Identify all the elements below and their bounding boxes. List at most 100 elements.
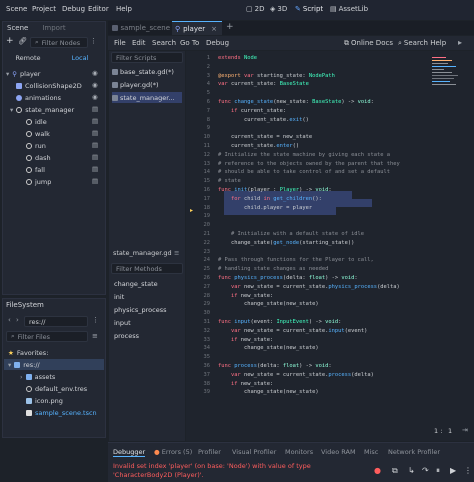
line-number[interactable]: 29	[190, 301, 218, 309]
online-docs-button[interactable]: ⧉ Online Docs	[344, 39, 393, 48]
filter-scripts-input[interactable]: Filter Scripts	[111, 52, 183, 63]
step-over-icon[interactable]: ↷	[422, 466, 429, 475]
assets-folder[interactable]: › assets	[20, 371, 55, 382]
code-line[interactable]: 20	[190, 222, 218, 230]
filter-files-input[interactable]: ⌕ Filter Files	[6, 331, 88, 342]
script-attached-icon[interactable]: ▤	[92, 153, 98, 161]
script-menu-file[interactable]: File	[114, 39, 126, 47]
line-number[interactable]: 12	[190, 152, 218, 160]
code-line[interactable]: 37 var new_state = current_state.process…	[190, 372, 374, 380]
tab-scene[interactable]: Scene	[4, 24, 31, 32]
line-number[interactable]: 26	[190, 275, 218, 283]
menu-editor[interactable]: Editor	[88, 5, 109, 13]
script-item-player[interactable]: player.gd(*)	[112, 79, 182, 90]
line-number[interactable]: 20	[190, 222, 218, 230]
code-line[interactable]: 22 change_state(get_node(starting_state)…	[190, 240, 355, 248]
back-icon[interactable]: ‹	[8, 316, 11, 324]
line-number[interactable]: 18	[190, 205, 218, 213]
line-number[interactable]: 23	[190, 249, 218, 257]
code-line[interactable]: 36 func process(delta: float) -> void:	[190, 363, 332, 371]
code-line[interactable]: 39 change_state(new_state)	[190, 389, 319, 397]
code-line[interactable]: 12 # Initialize the state machine by givi…	[190, 152, 391, 160]
code-line[interactable]: 18 child.player = player	[190, 205, 313, 213]
node-run[interactable]: run	[26, 140, 46, 151]
tab-monitors[interactable]: Monitors	[285, 448, 313, 456]
settings-icon[interactable]: ⋮	[464, 466, 472, 475]
line-number[interactable]: 33	[190, 337, 218, 345]
line-number[interactable]: 3	[190, 73, 218, 81]
visibility-icon[interactable]: ◉	[92, 69, 98, 77]
tab-misc[interactable]: Misc	[364, 448, 378, 456]
tab-profiler[interactable]: Profiler	[198, 448, 221, 456]
method-physics-process[interactable]: physics_process	[114, 306, 166, 314]
line-number[interactable]: 36	[190, 363, 218, 371]
script-menu-debug[interactable]: Debug	[206, 39, 229, 47]
code-line[interactable]: 10 current_state = new_state	[190, 134, 313, 142]
line-number[interactable]: 2	[190, 64, 218, 72]
workspace-assetlib[interactable]: ▤ AssetLib	[330, 5, 368, 13]
method-change-state[interactable]: change_state	[114, 280, 158, 288]
node-collisionshape2d[interactable]: CollisionShape2D	[16, 80, 82, 91]
code-line[interactable]: 30	[190, 310, 218, 318]
line-number[interactable]: 17	[190, 196, 218, 204]
menu-scene[interactable]: Scene	[6, 5, 27, 13]
code-line[interactable]: 2	[190, 64, 218, 72]
line-number[interactable]: 34	[190, 345, 218, 353]
line-number[interactable]: 8	[190, 117, 218, 125]
script-menu-goto[interactable]: Go To	[180, 39, 199, 47]
workspace-2d[interactable]: ▢ 2D	[246, 5, 264, 13]
node-player[interactable]: ▾ ⚲ player	[6, 68, 40, 79]
tab-errors[interactable]: ● Errors (5)	[154, 448, 192, 456]
close-icon[interactable]: ×	[211, 25, 217, 33]
minimap[interactable]	[432, 54, 462, 94]
sort-icon[interactable]: ≡	[92, 332, 98, 340]
script-item-base-state[interactable]: base_state.gd(*)	[112, 66, 182, 77]
code-line[interactable]: 29 change_state(new_state)	[190, 301, 319, 309]
line-number[interactable]: 10	[190, 134, 218, 142]
line-number[interactable]: 19	[190, 213, 218, 221]
continue-icon[interactable]: ▶	[450, 466, 456, 475]
line-number[interactable]: 16	[190, 187, 218, 195]
code-line[interactable]: 8 current_state.exit()	[190, 117, 309, 125]
sample-scene-file[interactable]: sample_scene.tscn	[26, 407, 97, 418]
filter-methods-input[interactable]: Filter Methods	[111, 263, 183, 274]
code-line[interactable]: 25 # handling state changes as needed	[190, 266, 329, 274]
code-line[interactable]: 23	[190, 249, 218, 257]
line-number[interactable]: 4	[190, 81, 218, 89]
tab-sample-scene[interactable]: sample_scene	[112, 22, 170, 34]
tab-player[interactable]: ⚲ player ×	[172, 21, 222, 35]
code-line[interactable]: 11 current_state.enter()	[190, 143, 300, 151]
line-number[interactable]: 37	[190, 372, 218, 380]
node-fall[interactable]: fall	[26, 164, 45, 175]
tab-debugger[interactable]: Debugger	[113, 448, 146, 457]
code-line[interactable]: 26 func physics_process(delta: float) -> …	[190, 275, 358, 283]
line-number[interactable]: 31	[190, 319, 218, 327]
code-line[interactable]: 15 # state	[190, 178, 241, 186]
code-line[interactable]: 27 var new_state = current_state.physics…	[190, 284, 400, 292]
code-line[interactable]: 4 var current_state: BaseState	[190, 81, 309, 89]
line-number[interactable]: 38	[190, 381, 218, 389]
code-line[interactable]: 17 for child in get_children():	[190, 196, 322, 204]
code-line[interactable]: 6 func change_state(new_state: BaseState)…	[190, 99, 374, 107]
visibility-icon[interactable]: ◉	[92, 93, 98, 101]
node-jump[interactable]: jump	[26, 176, 51, 187]
script-attached-icon[interactable]: ▤	[92, 141, 98, 149]
script-menu-edit[interactable]: Edit	[132, 39, 146, 47]
visibility-icon[interactable]: ◉	[92, 81, 98, 89]
method-init[interactable]: init	[114, 293, 124, 301]
forward-icon[interactable]: ›	[16, 316, 19, 324]
code-line[interactable]: 32 var new_state = current_state.input(e…	[190, 328, 368, 336]
line-number[interactable]: 32	[190, 328, 218, 336]
script-attached-icon[interactable]: ▤	[92, 105, 98, 113]
tab-visual-profiler[interactable]: Visual Profiler	[232, 448, 276, 456]
workspace-3d[interactable]: ◈ 3D	[270, 5, 287, 13]
code-line[interactable]: 3 @export var starting_state: NodePath	[190, 73, 335, 81]
line-number[interactable]: 25	[190, 266, 218, 274]
line-number[interactable]: 21	[190, 231, 218, 239]
node-animations[interactable]: animations	[16, 92, 61, 103]
line-number[interactable]: 27	[190, 284, 218, 292]
line-number[interactable]: 15	[190, 178, 218, 186]
code-line[interactable]: 33 if new_state:	[190, 337, 274, 345]
filter-nodes-input[interactable]: ⌕ Filter Nodes	[30, 37, 88, 48]
method-input[interactable]: input	[114, 319, 131, 327]
